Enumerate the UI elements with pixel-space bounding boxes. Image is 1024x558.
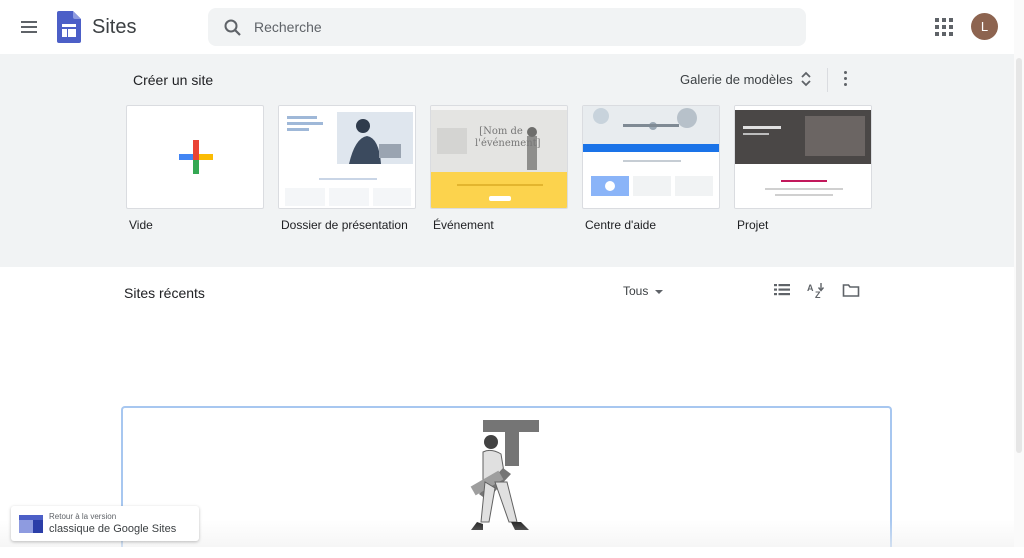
toast-small-text: Retour à la version xyxy=(49,512,117,521)
search-input[interactable]: Recherche xyxy=(254,19,322,35)
template-label: Centre d'aide xyxy=(585,218,657,232)
svg-text:Z: Z xyxy=(815,290,821,299)
template-portfolio[interactable]: Dossier de présentation xyxy=(278,105,416,232)
template-project[interactable]: Projet xyxy=(734,105,872,232)
toast-main-text: classique de Google Sites xyxy=(49,523,177,535)
empty-state-panel xyxy=(121,406,892,547)
template-blank[interactable]: Vide xyxy=(126,105,264,232)
sort-az-icon[interactable]: A Z xyxy=(807,281,825,299)
search-icon[interactable] xyxy=(223,18,243,38)
template-label: Dossier de présentation xyxy=(281,218,408,232)
event-preview xyxy=(431,106,567,208)
unfold-more-icon[interactable] xyxy=(800,70,812,88)
more-options-icon[interactable] xyxy=(842,71,850,87)
gallery-divider xyxy=(827,68,828,92)
template-thumbnail[interactable]: [Nom de l'événement] xyxy=(430,105,568,209)
event-heading-text: [Nom de l'événement] xyxy=(475,126,541,149)
scrollbar-thumb[interactable] xyxy=(1016,58,1022,453)
template-thumbnail[interactable] xyxy=(126,105,264,209)
help-center-preview xyxy=(583,106,719,196)
portfolio-preview xyxy=(279,106,415,208)
template-thumbnail[interactable] xyxy=(582,105,720,209)
template-gallery-button[interactable]: Galerie de modèles xyxy=(680,72,793,87)
template-thumbnail[interactable] xyxy=(734,105,872,209)
search-bar[interactable]: Recherche xyxy=(208,8,806,46)
template-gallery: Créer un site Galerie de modèles Vide Do… xyxy=(0,54,1014,267)
classic-sites-toast[interactable]: Retour à la version classique de Google … xyxy=(11,506,199,541)
project-preview xyxy=(735,106,871,208)
main-menu-icon[interactable] xyxy=(18,17,40,37)
create-site-heading: Créer un site xyxy=(133,72,214,88)
template-label: Vide xyxy=(129,218,153,232)
empty-state-illustration xyxy=(470,420,539,530)
sites-logo-icon xyxy=(57,11,81,43)
owner-filter-dropdown[interactable]: Tous xyxy=(623,284,664,298)
account-avatar[interactable]: L xyxy=(971,13,998,40)
owner-filter-value: Tous xyxy=(623,284,649,298)
dropdown-arrow-icon xyxy=(655,289,664,294)
list-view-icon[interactable] xyxy=(773,281,791,299)
add-plus-icon xyxy=(179,140,213,174)
classic-sites-icon xyxy=(19,515,43,533)
svg-text:A: A xyxy=(807,283,814,293)
app-title: Sites xyxy=(92,16,137,38)
page-scrollbar[interactable] xyxy=(1014,0,1024,547)
recent-sites-heading: Sites récents xyxy=(124,285,205,301)
template-label: Événement xyxy=(433,218,494,232)
template-label: Projet xyxy=(737,218,769,232)
google-apps-icon[interactable] xyxy=(935,18,953,36)
template-event[interactable]: [Nom de l'événement] Événement xyxy=(430,105,568,232)
template-thumbnail[interactable] xyxy=(278,105,416,209)
folder-icon[interactable] xyxy=(842,281,860,299)
template-help-center[interactable]: Centre d'aide xyxy=(582,105,720,232)
top-bar: Sites Recherche L xyxy=(0,0,1024,54)
